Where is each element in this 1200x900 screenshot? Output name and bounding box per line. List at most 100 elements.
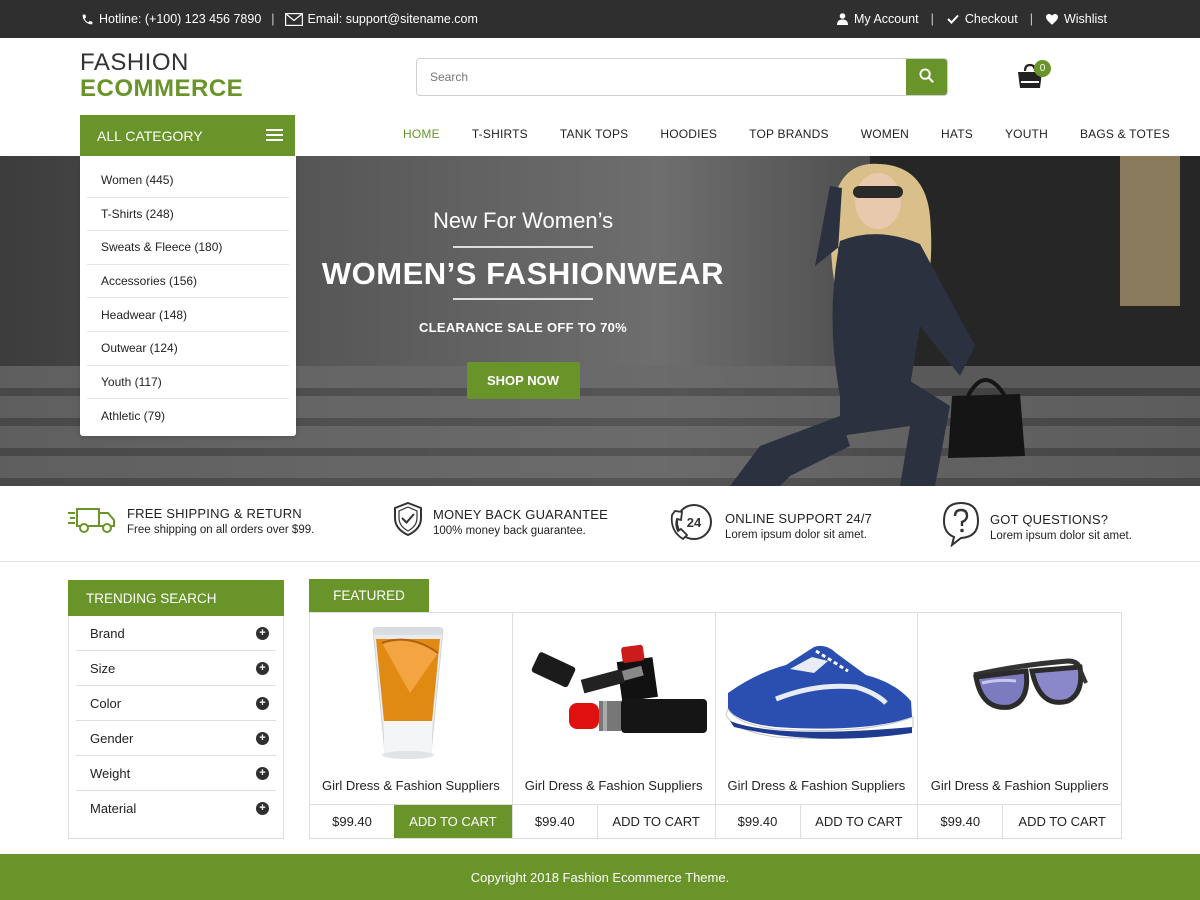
hero-model-image bbox=[730, 163, 1025, 486]
account-links: My Account | Checkout | Wishlist bbox=[835, 0, 1107, 38]
hotline[interactable]: Hotline: (+100) 123 456 7890 bbox=[80, 12, 261, 26]
feature-title: ONLINE SUPPORT 24/7 bbox=[725, 510, 873, 526]
product-card: Girl Dress & Fashion Suppliers $99.40 AD… bbox=[918, 613, 1121, 838]
site-logo[interactable]: FASHION ECOMMERCE bbox=[80, 50, 243, 102]
contact-info: Hotline: (+100) 123 456 7890 | Email: su… bbox=[80, 0, 478, 38]
hero-title: WOMEN’S FASHIONWEAR bbox=[321, 256, 725, 291]
feature-title: FREE SHIPPING & RETURN bbox=[127, 505, 302, 521]
category-item[interactable]: T-Shirts (248) bbox=[87, 198, 289, 232]
feature-free-shipping: FREE SHIPPING & RETURN Free shipping on … bbox=[67, 501, 314, 540]
shop-now-button[interactable]: SHOP NOW bbox=[466, 362, 580, 399]
search-input[interactable] bbox=[417, 59, 906, 95]
feature-questions: GOT QUESTIONS? Lorem ipsum dolor sit ame… bbox=[942, 501, 1132, 552]
trending-search-title: TRENDING SEARCH bbox=[68, 580, 284, 616]
email-text: Email: support@sitename.com bbox=[307, 12, 478, 26]
nav-top-brands[interactable]: TOP BRANDS bbox=[733, 127, 845, 141]
hotline-text: Hotline: (+100) 123 456 7890 bbox=[99, 12, 262, 26]
nav-hoodies[interactable]: HOODIES bbox=[644, 127, 733, 141]
search-bar bbox=[416, 58, 948, 96]
content-section: TRENDING SEARCH Brand + Size + Color + Gend… bbox=[0, 563, 1200, 854]
category-item[interactable]: Athletic (79) bbox=[87, 399, 289, 433]
nav-bags-totes[interactable]: BAGS & TOTES bbox=[1064, 127, 1186, 141]
lipstick-image[interactable] bbox=[513, 613, 715, 771]
category-list: Women (445) T-Shirts (248) Sweats & Flee… bbox=[80, 156, 296, 436]
sneaker-image[interactable] bbox=[716, 613, 918, 771]
all-category-toggle[interactable]: ALL CATEGORY bbox=[80, 115, 295, 156]
product-name[interactable]: Girl Dress & Fashion Suppliers bbox=[716, 778, 918, 793]
filter-brand[interactable]: Brand + bbox=[76, 616, 276, 651]
my-account-link[interactable]: My Account bbox=[835, 12, 919, 26]
plus-icon[interactable]: + bbox=[256, 766, 269, 780]
add-to-cart-button[interactable]: ADD TO CART bbox=[394, 805, 512, 838]
cart-count-badge: 0 bbox=[1034, 60, 1051, 77]
logo-line-1: FASHION bbox=[80, 49, 189, 76]
search-icon bbox=[919, 68, 934, 88]
copyright-text: Copyright 2018 Fashion Ecommerce Theme. bbox=[470, 869, 730, 885]
nav-t-shirts[interactable]: T-SHIRTS bbox=[456, 127, 544, 141]
tab-featured[interactable]: FEATURED bbox=[309, 579, 429, 612]
category-item[interactable]: Accessories (156) bbox=[87, 265, 289, 299]
hero-divider bbox=[453, 298, 593, 300]
filter-color[interactable]: Color + bbox=[76, 686, 276, 721]
category-item[interactable]: Sweats & Fleece (180) bbox=[87, 231, 289, 265]
hero-divider bbox=[453, 246, 593, 248]
nav-hats[interactable]: HATS bbox=[925, 127, 989, 141]
product-name[interactable]: Girl Dress & Fashion Suppliers bbox=[310, 778, 512, 793]
features-strip: FREE SHIPPING & RETURN Free shipping on … bbox=[0, 486, 1200, 562]
plus-icon[interactable]: + bbox=[256, 626, 269, 640]
svg-text:24: 24 bbox=[687, 515, 702, 530]
separator: | bbox=[930, 12, 934, 26]
category-item[interactable]: Youth (117) bbox=[87, 366, 289, 400]
filter-label: Material bbox=[90, 801, 137, 816]
filter-gender[interactable]: Gender + bbox=[76, 721, 276, 756]
wishlist-link[interactable]: Wishlist bbox=[1045, 12, 1107, 26]
feature-money-back: MONEY BACK GUARANTEE 100% money back gua… bbox=[393, 501, 608, 542]
heart-icon bbox=[1045, 12, 1059, 26]
hero-background-window bbox=[1120, 156, 1180, 306]
trending-search-list: Brand + Size + Color + Gender + Weight + Mate… bbox=[68, 616, 284, 839]
filter-label: Gender bbox=[90, 730, 134, 746]
add-to-cart-button[interactable]: ADD TO CART bbox=[596, 805, 715, 838]
envelope-icon bbox=[284, 12, 303, 26]
filter-material[interactable]: Material + bbox=[76, 791, 276, 826]
category-item[interactable]: Outwear (124) bbox=[87, 332, 289, 366]
filter-label: Size bbox=[90, 660, 116, 676]
hero-sale-text: CLEARANCE SALE OFF TO 70% bbox=[418, 320, 628, 335]
plus-icon[interactable]: + bbox=[256, 731, 269, 745]
product-price: $99.40 bbox=[332, 814, 372, 829]
product-card: Girl Dress & Fashion Suppliers $99.40 AD… bbox=[310, 613, 513, 838]
category-item[interactable]: Women (445) bbox=[87, 164, 289, 198]
nav-tank-tops[interactable]: TANK TOPS bbox=[544, 127, 645, 141]
checkout-label: Checkout bbox=[964, 12, 1018, 26]
truck-icon bbox=[67, 501, 117, 540]
add-to-cart-button[interactable]: ADD TO CART bbox=[799, 805, 918, 838]
plus-icon[interactable]: + bbox=[256, 696, 269, 710]
cart-button[interactable]: 0 bbox=[1016, 60, 1051, 92]
plus-icon[interactable]: + bbox=[256, 661, 269, 675]
top-bar: Hotline: (+100) 123 456 7890 | Email: su… bbox=[0, 0, 1200, 38]
product-name[interactable]: Girl Dress & Fashion Suppliers bbox=[513, 778, 715, 793]
my-account-label: My Account bbox=[854, 12, 919, 26]
filter-label: Brand bbox=[90, 625, 125, 641]
checkout-link[interactable]: Checkout bbox=[946, 12, 1018, 26]
plus-icon[interactable]: + bbox=[256, 802, 269, 815]
filter-weight[interactable]: Weight + bbox=[76, 756, 276, 791]
phone-icon bbox=[80, 12, 94, 26]
product-actions: $99.40 ADD TO CART bbox=[715, 804, 918, 838]
support-24-icon: 24 bbox=[669, 501, 715, 550]
email-link[interactable]: Email: support@sitename.com bbox=[284, 12, 478, 26]
nav-women[interactable]: WOMEN bbox=[845, 127, 925, 141]
nav-home[interactable]: HOME bbox=[387, 127, 456, 141]
product-name[interactable]: Girl Dress & Fashion Suppliers bbox=[918, 778, 1121, 793]
search-button[interactable] bbox=[906, 59, 947, 95]
product-actions: $99.40 ADD TO CART bbox=[918, 804, 1121, 838]
question-bubble-icon bbox=[942, 501, 980, 552]
filter-size[interactable]: Size + bbox=[76, 651, 276, 686]
nav-youth[interactable]: YOUTH bbox=[989, 127, 1064, 141]
category-item[interactable]: Headwear (148) bbox=[87, 298, 289, 332]
user-icon bbox=[835, 12, 849, 26]
shot-glass-image[interactable] bbox=[310, 613, 512, 771]
sunglasses-image[interactable] bbox=[918, 613, 1120, 771]
add-to-cart-button[interactable]: ADD TO CART bbox=[1002, 805, 1121, 838]
hero-subtitle: New For Women’s bbox=[432, 208, 614, 233]
